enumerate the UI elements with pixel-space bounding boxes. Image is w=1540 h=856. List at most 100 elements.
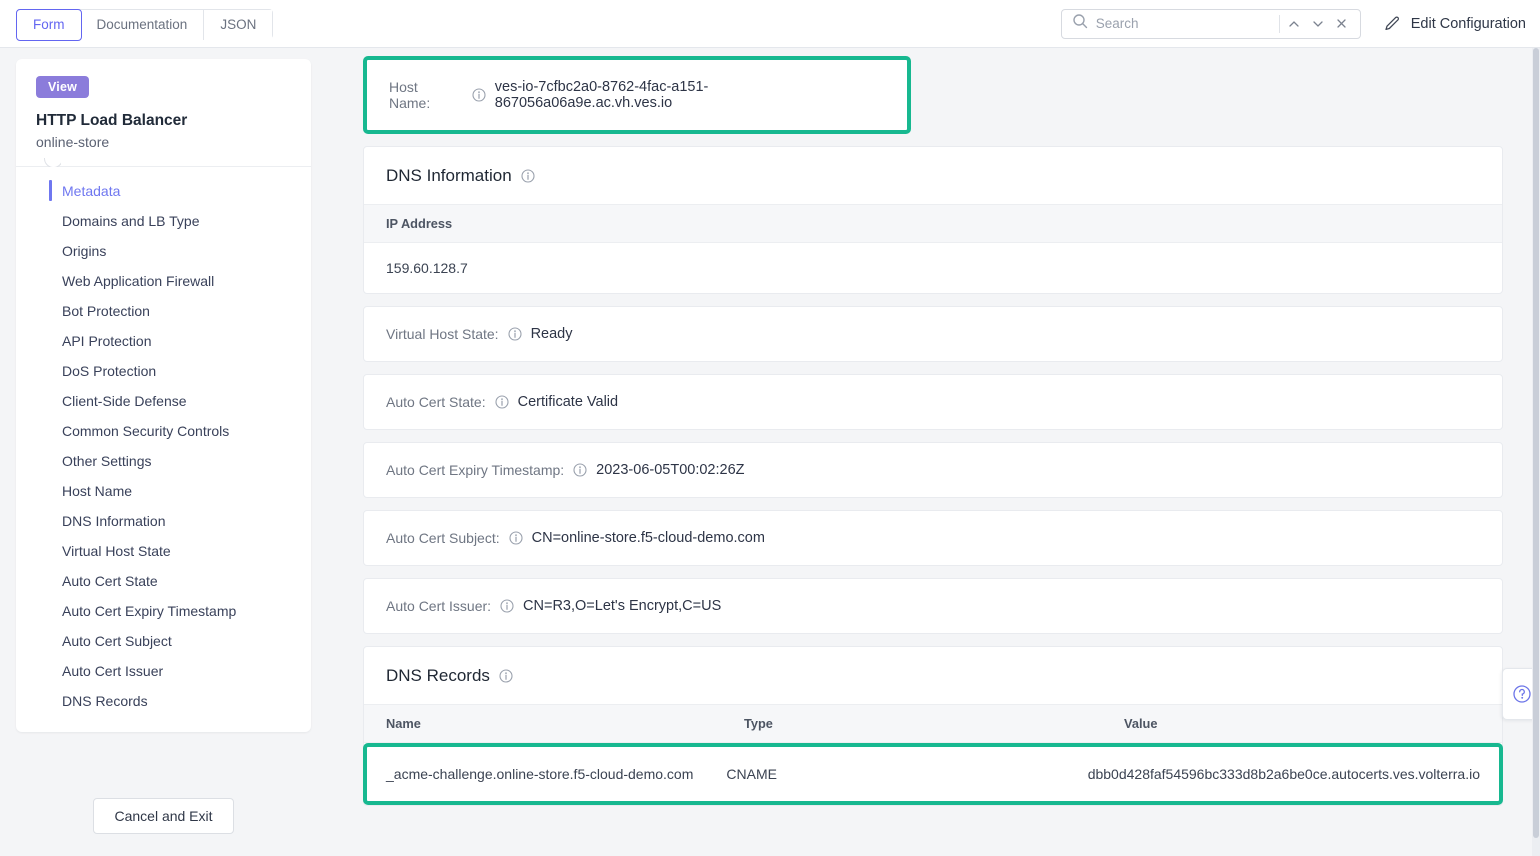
search-divider (1278, 14, 1280, 33)
chevron-up-icon[interactable] (1282, 12, 1306, 36)
close-icon[interactable] (1330, 12, 1354, 36)
auto-cert-subject-row: Auto Cert Subject: CN=online-store.f5-cl… (364, 511, 1502, 565)
sidebar-item-label: Domains and LB Type (62, 213, 200, 229)
sidebar-item-auto-cert-expiry-timestamp[interactable]: Auto Cert Expiry Timestamp (16, 596, 311, 626)
sidebar-item-label: Virtual Host State (62, 543, 171, 559)
info-icon[interactable] (573, 463, 587, 477)
dns-information-title: DNS Information (386, 166, 512, 185)
dns-records-table-header: Name Type Value (364, 705, 1502, 743)
dns-records-card: DNS Records Name Type Value _acme-challe… (363, 646, 1503, 806)
column-name: Name (386, 716, 421, 731)
host-name-card: Host Name: ves-io-7cfbc2a0-8762-4fac-a15… (367, 60, 907, 130)
sidebar-item-web-application-firewall[interactable]: Web Application Firewall (16, 266, 311, 296)
host-name-row: Host Name: ves-io-7cfbc2a0-8762-4fac-a15… (367, 60, 907, 130)
sidebar-item-label: Auto Cert State (62, 573, 158, 589)
search-input[interactable] (1087, 16, 1277, 31)
sidebar-footer: Cancel and Exit (16, 798, 311, 834)
view-mode-badge: View (36, 76, 90, 98)
column-type: Type (744, 716, 773, 731)
auto-cert-issuer-value: CN=R3,O=Let's Encrypt,C=US (523, 598, 722, 614)
sidebar-item-label: Auto Cert Subject (62, 633, 172, 649)
chevron-down-icon[interactable] (1306, 12, 1330, 36)
sidebar-item-dns-information[interactable]: DNS Information (16, 506, 311, 536)
auto-cert-state-row: Auto Cert State: Certificate Valid (364, 375, 1502, 429)
sidebar-item-dns-records[interactable]: DNS Records (16, 686, 311, 716)
sidebar-item-label: Metadata (62, 183, 121, 199)
sidebar-item-other-settings[interactable]: Other Settings (16, 446, 311, 476)
dns-record-type: CNAME (726, 766, 777, 782)
sidebar-item-virtual-host-state[interactable]: Virtual Host State (16, 536, 311, 566)
virtual-host-state-row: Virtual Host State: Ready (364, 307, 1502, 361)
sidebar-item-label: Other Settings (62, 453, 152, 469)
sidebar-item-origins[interactable]: Origins (16, 236, 311, 266)
host-name-highlight: Host Name: ves-io-7cfbc2a0-8762-4fac-a15… (363, 56, 911, 134)
info-icon[interactable] (495, 395, 509, 409)
auto-cert-subject-value: CN=online-store.f5-cloud-demo.com (531, 530, 765, 546)
sidebar-item-label: Web Application Firewall (62, 273, 215, 289)
edit-configuration-button[interactable]: Edit Configuration (1383, 14, 1526, 33)
sidebar-item-label: Common Security Controls (62, 423, 230, 439)
dns-record-name: _acme-challenge.online-store.f5-cloud-de… (386, 766, 694, 782)
info-icon[interactable] (500, 599, 514, 613)
sidebar-item-common-security-controls[interactable]: Common Security Controls (16, 416, 311, 446)
search-icon (1072, 13, 1088, 34)
sidebar-item-domains-and-lb-type[interactable]: Domains and LB Type (16, 206, 311, 236)
auto-cert-subject-label: Auto Cert Subject: (386, 530, 500, 546)
host-name-value: ves-io-7cfbc2a0-8762-4fac-a151-867056a06… (494, 79, 709, 111)
sidebar-item-api-protection[interactable]: API Protection (16, 326, 311, 356)
ip-address-value: 159.60.128.7 (386, 260, 468, 276)
auto-cert-expiry-timestamp-label: Auto Cert Expiry Timestamp: (386, 462, 565, 478)
info-icon[interactable] (521, 169, 535, 183)
column-ip-address: IP Address (386, 216, 453, 231)
host-name-label: Host Name: (389, 79, 431, 111)
sidebar-item-label: Host Name (62, 483, 133, 499)
edit-configuration-label: Edit Configuration (1410, 15, 1526, 32)
pencil-icon (1383, 14, 1402, 33)
dns-record-value: dbb0d428faf54596bc333d8b2a6be0ce.autocer… (1087, 766, 1480, 782)
auto-cert-state-label: Auto Cert State: (386, 394, 486, 410)
page-scrollbar-thumb[interactable] (1533, 48, 1539, 838)
sidebar-item-auto-cert-issuer[interactable]: Auto Cert Issuer (16, 656, 311, 686)
dns-information-table-header: IP Address (364, 205, 1502, 243)
auto-cert-expiry-timestamp-row: Auto Cert Expiry Timestamp: 2023-06-05T0… (364, 443, 1502, 497)
sidebar-item-bot-protection[interactable]: Bot Protection (16, 296, 311, 326)
auto-cert-state-value: Certificate Valid (517, 394, 619, 410)
body-area: View HTTP Load Balancer online-store Met… (0, 48, 1540, 856)
sidebar-item-label: Origins (62, 243, 107, 259)
page-scrollbar[interactable] (1532, 48, 1540, 856)
sidebar-item-client-side-defense[interactable]: Client-Side Defense (16, 386, 311, 416)
sidebar-item-metadata[interactable]: Metadata (16, 176, 311, 206)
sidebar-item-auto-cert-state[interactable]: Auto Cert State (16, 566, 311, 596)
view-mode-tabs: Form Documentation JSON (16, 8, 274, 41)
info-icon[interactable] (472, 88, 486, 102)
info-icon[interactable] (509, 531, 523, 545)
search-box[interactable] (1060, 8, 1361, 39)
sidebar-item-auto-cert-subject[interactable]: Auto Cert Subject (16, 626, 311, 656)
sidebar-item-label: Auto Cert Issuer (62, 663, 164, 679)
tab-json[interactable]: JSON (204, 9, 273, 40)
auto-cert-issuer-row: Auto Cert Issuer: CN=R3,O=Let's Encrypt,… (364, 579, 1502, 633)
tab-form[interactable]: Form (16, 8, 82, 41)
sidebar-item-host-name[interactable]: Host Name (16, 476, 311, 506)
sidebar-item-dos-protection[interactable]: DoS Protection (16, 356, 311, 386)
auto-cert-subject-card: Auto Cert Subject: CN=online-store.f5-cl… (363, 510, 1503, 566)
sidebar: View HTTP Load Balancer online-store Met… (16, 59, 311, 732)
info-icon[interactable] (499, 669, 513, 683)
top-bar-actions: Edit Configuration (1060, 8, 1540, 39)
sidebar-item-label: Auto Cert Expiry Timestamp (62, 603, 237, 619)
virtual-host-state-label: Virtual Host State: (386, 326, 499, 342)
auto-cert-state-card: Auto Cert State: Certificate Valid (363, 374, 1503, 430)
cancel-and-exit-button[interactable]: Cancel and Exit (93, 798, 234, 834)
auto-cert-issuer-card: Auto Cert Issuer: CN=R3,O=Let's Encrypt,… (363, 578, 1503, 634)
sidebar-object-name: online-store (36, 134, 110, 150)
info-icon[interactable] (508, 327, 522, 341)
column-value: Value (1124, 716, 1158, 731)
auto-cert-expiry-timestamp-value: 2023-06-05T00:02:26Z (596, 462, 745, 478)
table-row: 159.60.128.7 (364, 243, 1502, 293)
question-mark-icon (1512, 684, 1532, 704)
virtual-host-state-value: Ready (530, 326, 573, 342)
table-row[interactable]: _acme-challenge.online-store.f5-cloud-de… (363, 743, 1503, 805)
auto-cert-expiry-timestamp-card: Auto Cert Expiry Timestamp: 2023-06-05T0… (363, 442, 1503, 498)
tab-documentation[interactable]: Documentation (80, 9, 205, 40)
sidebar-header: View HTTP Load Balancer online-store (16, 59, 311, 167)
